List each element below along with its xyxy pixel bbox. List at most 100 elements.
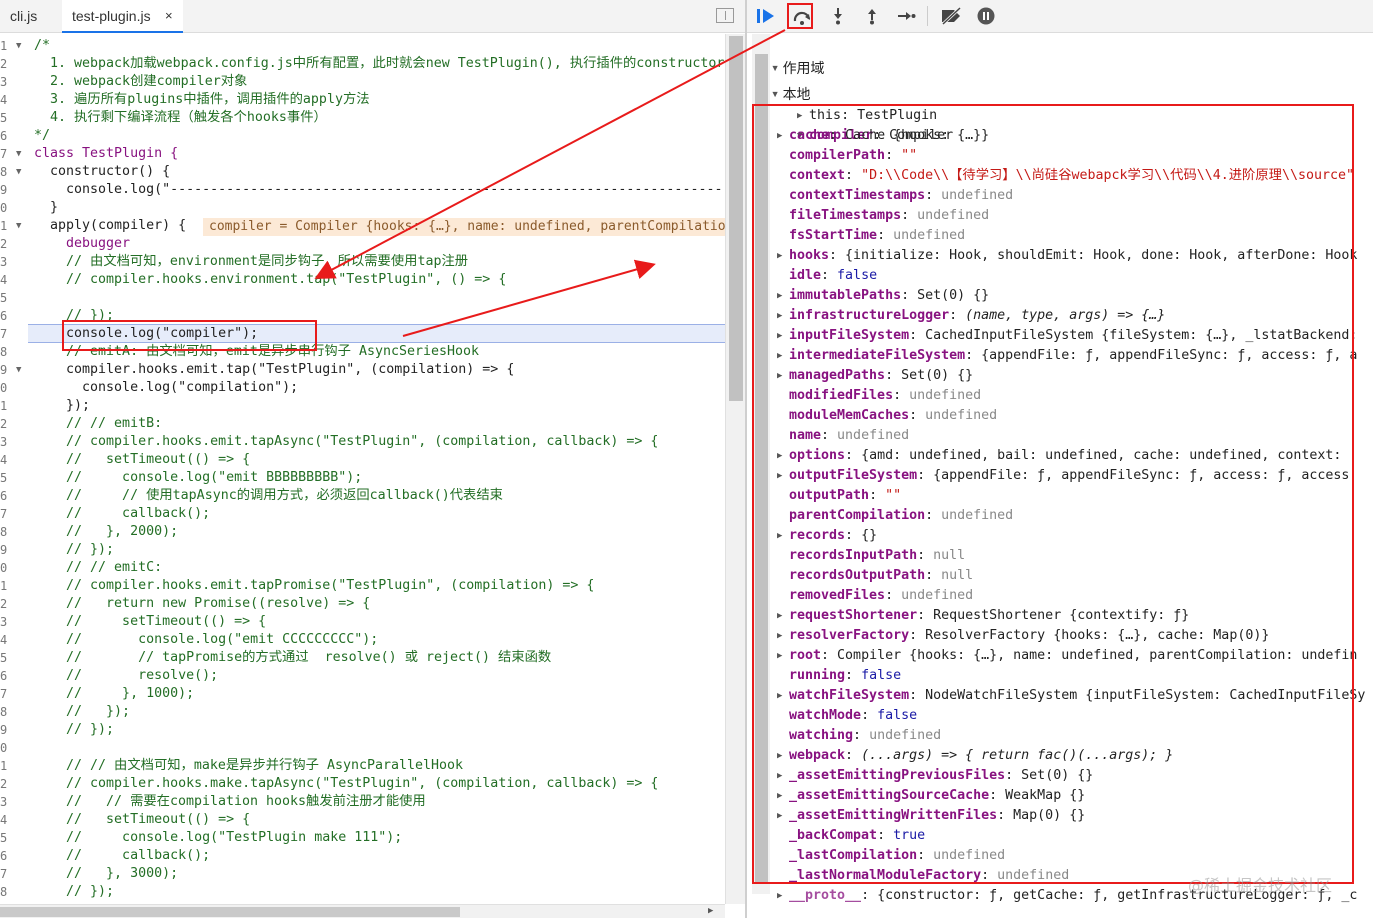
toggle-navigator-icon[interactable] xyxy=(716,8,734,23)
line-number[interactable]: 8 xyxy=(0,163,12,181)
line-number[interactable]: 1 xyxy=(0,397,12,415)
local-scope-header[interactable]: ▼ 本地 xyxy=(755,64,811,102)
line-number[interactable]: 4 xyxy=(0,91,12,109)
code-line: 3. 遍历所有plugins中插件，调用插件的apply方法 xyxy=(34,92,370,107)
line-number[interactable]: 4 xyxy=(0,271,12,289)
line-number[interactable]: 6 xyxy=(0,307,12,325)
step-into-icon[interactable] xyxy=(825,3,851,29)
line-number[interactable]: 3 xyxy=(0,253,12,271)
code-line: // compiler.hooks.emit.tapAsync("TestPlu… xyxy=(34,434,659,449)
code-line: // setTimeout(() => { xyxy=(34,812,251,827)
scope-row-this[interactable]: ▶ this: TestPlugin xyxy=(765,86,937,123)
line-number[interactable]: 9 xyxy=(0,541,12,559)
line-number[interactable]: 3 xyxy=(0,793,12,811)
step-out-icon[interactable] xyxy=(859,3,885,29)
code-line: class TestPlugin { xyxy=(34,146,179,161)
line-number[interactable]: 5 xyxy=(0,289,12,307)
line-number[interactable]: 6 xyxy=(0,847,12,865)
close-icon[interactable]: × xyxy=(165,0,173,32)
line-number[interactable]: 3 xyxy=(0,433,12,451)
pause-on-exceptions-icon[interactable] xyxy=(973,3,999,29)
global-scope-header[interactable]: ▶全局 xyxy=(755,904,811,918)
code-line: // // 需要在compilation hooks触发前注册才能使用 xyxy=(34,794,426,809)
code-line: } xyxy=(34,200,59,215)
line-number[interactable]: 8 xyxy=(0,523,12,541)
line-number[interactable]: 4 xyxy=(0,811,12,829)
code-line: console.log("---------------------------… xyxy=(34,182,724,197)
line-number[interactable]: 2 xyxy=(0,415,12,433)
tab-test-plugin-js[interactable]: test-plugin.js × xyxy=(62,0,183,33)
scroll-thumb[interactable] xyxy=(0,907,460,917)
deactivate-breakpoints-icon[interactable] xyxy=(937,3,963,29)
line-number[interactable]: 7 xyxy=(0,865,12,883)
resume-icon[interactable] xyxy=(753,3,779,29)
line-number[interactable]: 1 xyxy=(0,577,12,595)
tab-label: cli.js xyxy=(10,8,38,24)
line-number[interactable]: 2 xyxy=(0,55,12,73)
code-line: // }); xyxy=(34,884,115,899)
line-number[interactable]: 6 xyxy=(0,127,12,145)
line-number[interactable]: 5 xyxy=(0,469,12,487)
line-number[interactable]: 3 xyxy=(0,73,12,91)
code-line: // // emitC: xyxy=(34,560,163,575)
code-line: console.log("compilation"); xyxy=(34,380,299,395)
line-number[interactable]: 1 xyxy=(0,217,12,235)
code-line: // compiler.hooks.make.tapAsync("TestPlu… xyxy=(34,776,659,791)
code-line: /* xyxy=(34,38,51,53)
line-number[interactable]: 3 xyxy=(0,613,12,631)
line-number[interactable]: 1 xyxy=(0,37,12,55)
line-number[interactable]: 0 xyxy=(0,379,12,397)
code-line: debugger xyxy=(34,236,131,251)
line-number[interactable]: 6 xyxy=(0,667,12,685)
code-line: // callback(); xyxy=(34,848,211,863)
line-number[interactable]: 8 xyxy=(0,703,12,721)
line-number[interactable]: 2 xyxy=(0,775,12,793)
code-line: compiler.hooks.emit.tap("TestPlugin", (c… xyxy=(34,362,515,377)
scroll-right-icon[interactable]: ▶ xyxy=(708,904,720,918)
line-number[interactable]: 4 xyxy=(0,631,12,649)
step-icon[interactable] xyxy=(893,3,919,29)
line-number[interactable]: 5 xyxy=(0,829,12,847)
fold-toggle-icon[interactable]: ▼ xyxy=(16,145,26,163)
line-number[interactable]: 9 xyxy=(0,181,12,199)
line-number[interactable]: 5 xyxy=(0,109,12,127)
line-number[interactable]: 9 xyxy=(0,721,12,739)
line-number[interactable]: 2 xyxy=(0,235,12,253)
line-number[interactable]: 7 xyxy=(0,325,12,343)
step-over-icon[interactable] xyxy=(787,3,813,29)
fold-toggle-icon[interactable]: ▼ xyxy=(16,163,26,181)
line-number[interactable]: 5 xyxy=(0,649,12,667)
scroll-thumb[interactable] xyxy=(729,36,743,401)
line-number[interactable]: 0 xyxy=(0,559,12,577)
code-line: // // 使用tapAsync的调用方式，必须返回callback()代表结束 xyxy=(34,488,503,503)
line-gutter: 1 ▼ 2 3 4 5 6 7 ▼ 8 ▼ 9 0 1 ▼ 2 3 4 5 6 7 8 9 ▼ 0 1 2 3 4 5 6 7 8 9 0 1 2 3 4 5… xyxy=(0,34,28,904)
line-number[interactable]: 6 xyxy=(0,487,12,505)
line-number[interactable]: 7 xyxy=(0,505,12,523)
fold-toggle-icon[interactable]: ▼ xyxy=(16,361,26,379)
code-line: // compiler.hooks.environment.tap("TestP… xyxy=(34,272,507,287)
editor-vertical-scrollbar[interactable] xyxy=(725,34,745,904)
line-number[interactable]: 1 xyxy=(0,757,12,775)
code-editor[interactable]: 1 ▼ 2 3 4 5 6 7 ▼ 8 ▼ 9 0 1 ▼ 2 3 4 5 6 7 8 9 ▼ 0 1 2 3 4 5 6 7 8 9 0 1 2 3 4 5… xyxy=(0,34,745,904)
line-number[interactable]: 7 xyxy=(0,145,12,163)
line-number[interactable]: 4 xyxy=(0,451,12,469)
code-line: // 由文档可知，environment是同步钩子，所以需要使用tap注册 xyxy=(34,254,469,269)
line-number[interactable]: 2 xyxy=(0,595,12,613)
line-number[interactable]: 9 xyxy=(0,361,12,379)
tab-label: test-plugin.js xyxy=(72,8,151,24)
line-number[interactable]: 8 xyxy=(0,343,12,361)
scope-section-header[interactable]: ▼ 作用域 xyxy=(755,38,825,76)
code-line: // // 由文档可知，make是异步并行钩子 AsyncParallelHoo… xyxy=(34,758,464,773)
line-number[interactable]: 0 xyxy=(0,199,12,217)
code-line: // }, 3000); xyxy=(34,866,179,881)
fold-toggle-icon[interactable]: ▼ xyxy=(16,217,26,235)
line-number[interactable]: 8 xyxy=(0,883,12,901)
editor-horizontal-scrollbar[interactable] xyxy=(0,904,725,918)
tab-cli-js[interactable]: cli.js xyxy=(0,0,47,33)
fold-toggle-icon[interactable]: ▼ xyxy=(16,37,26,55)
line-number[interactable]: 0 xyxy=(0,739,12,757)
code-area: /* 1. webpack加载webpack.config.js中所有配置，此时… xyxy=(34,34,724,904)
line-number[interactable]: 7 xyxy=(0,685,12,703)
